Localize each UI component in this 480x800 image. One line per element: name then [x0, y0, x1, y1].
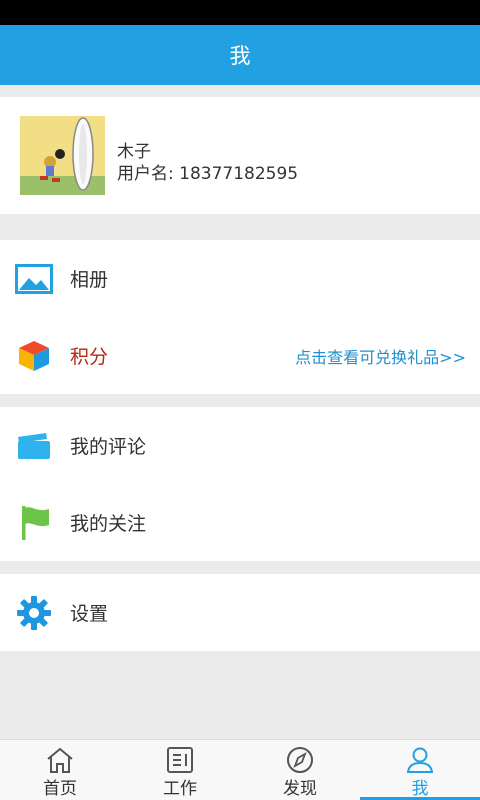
nav-home[interactable]: 首页	[0, 740, 120, 800]
menu-item-comments-label: 我的评论	[70, 436, 147, 458]
status-bar	[0, 0, 480, 25]
nav-me[interactable]: 我	[360, 740, 480, 800]
nav-me-label: 我	[411, 779, 429, 799]
nav-discover-label: 发现	[283, 779, 317, 799]
user-icon	[405, 746, 435, 774]
cube-icon	[14, 336, 54, 376]
nav-work[interactable]: 工作	[120, 740, 240, 800]
image-icon	[14, 259, 54, 299]
menu-item-points-label: 积分	[70, 346, 109, 368]
profile-username: 用户名: 18377182595	[117, 164, 299, 184]
nav-discover[interactable]: 发现	[240, 740, 360, 800]
work-list-icon	[165, 746, 195, 774]
title-bar: 我	[0, 25, 480, 85]
menu-item-album[interactable]: 相册	[0, 240, 480, 317]
menu-item-settings-label: 设置	[70, 603, 109, 625]
menu-item-follows-label: 我的关注	[70, 513, 147, 535]
menu-item-album-label: 相册	[70, 269, 109, 291]
menu-group-3: 设置	[0, 574, 480, 651]
home-icon	[45, 746, 75, 774]
redeem-gifts-link[interactable]: 点击查看可兑换礼品>>	[295, 344, 466, 368]
bottom-nav: 首页 工作 发现 我	[0, 739, 480, 800]
menu-item-settings[interactable]: 设置	[0, 574, 480, 651]
flag-icon	[14, 503, 54, 543]
comment-card-icon	[14, 426, 54, 466]
menu-group-2: 我的评论 我的关注	[0, 407, 480, 561]
gear-icon	[14, 593, 54, 633]
page-title: 我	[229, 44, 251, 68]
menu-group-1: 相册 积分 点击查看可兑换礼品>>	[0, 240, 480, 394]
compass-icon	[285, 746, 315, 774]
menu-item-follows[interactable]: 我的关注	[0, 484, 480, 561]
menu-item-comments[interactable]: 我的评论	[0, 407, 480, 484]
avatar[interactable]	[20, 116, 105, 195]
nav-work-label: 工作	[163, 779, 197, 799]
menu-item-points[interactable]: 积分 点击查看可兑换礼品>>	[0, 317, 480, 394]
nav-home-label: 首页	[43, 779, 77, 799]
profile-card[interactable]: 木子 用户名: 18377182595	[0, 97, 480, 214]
